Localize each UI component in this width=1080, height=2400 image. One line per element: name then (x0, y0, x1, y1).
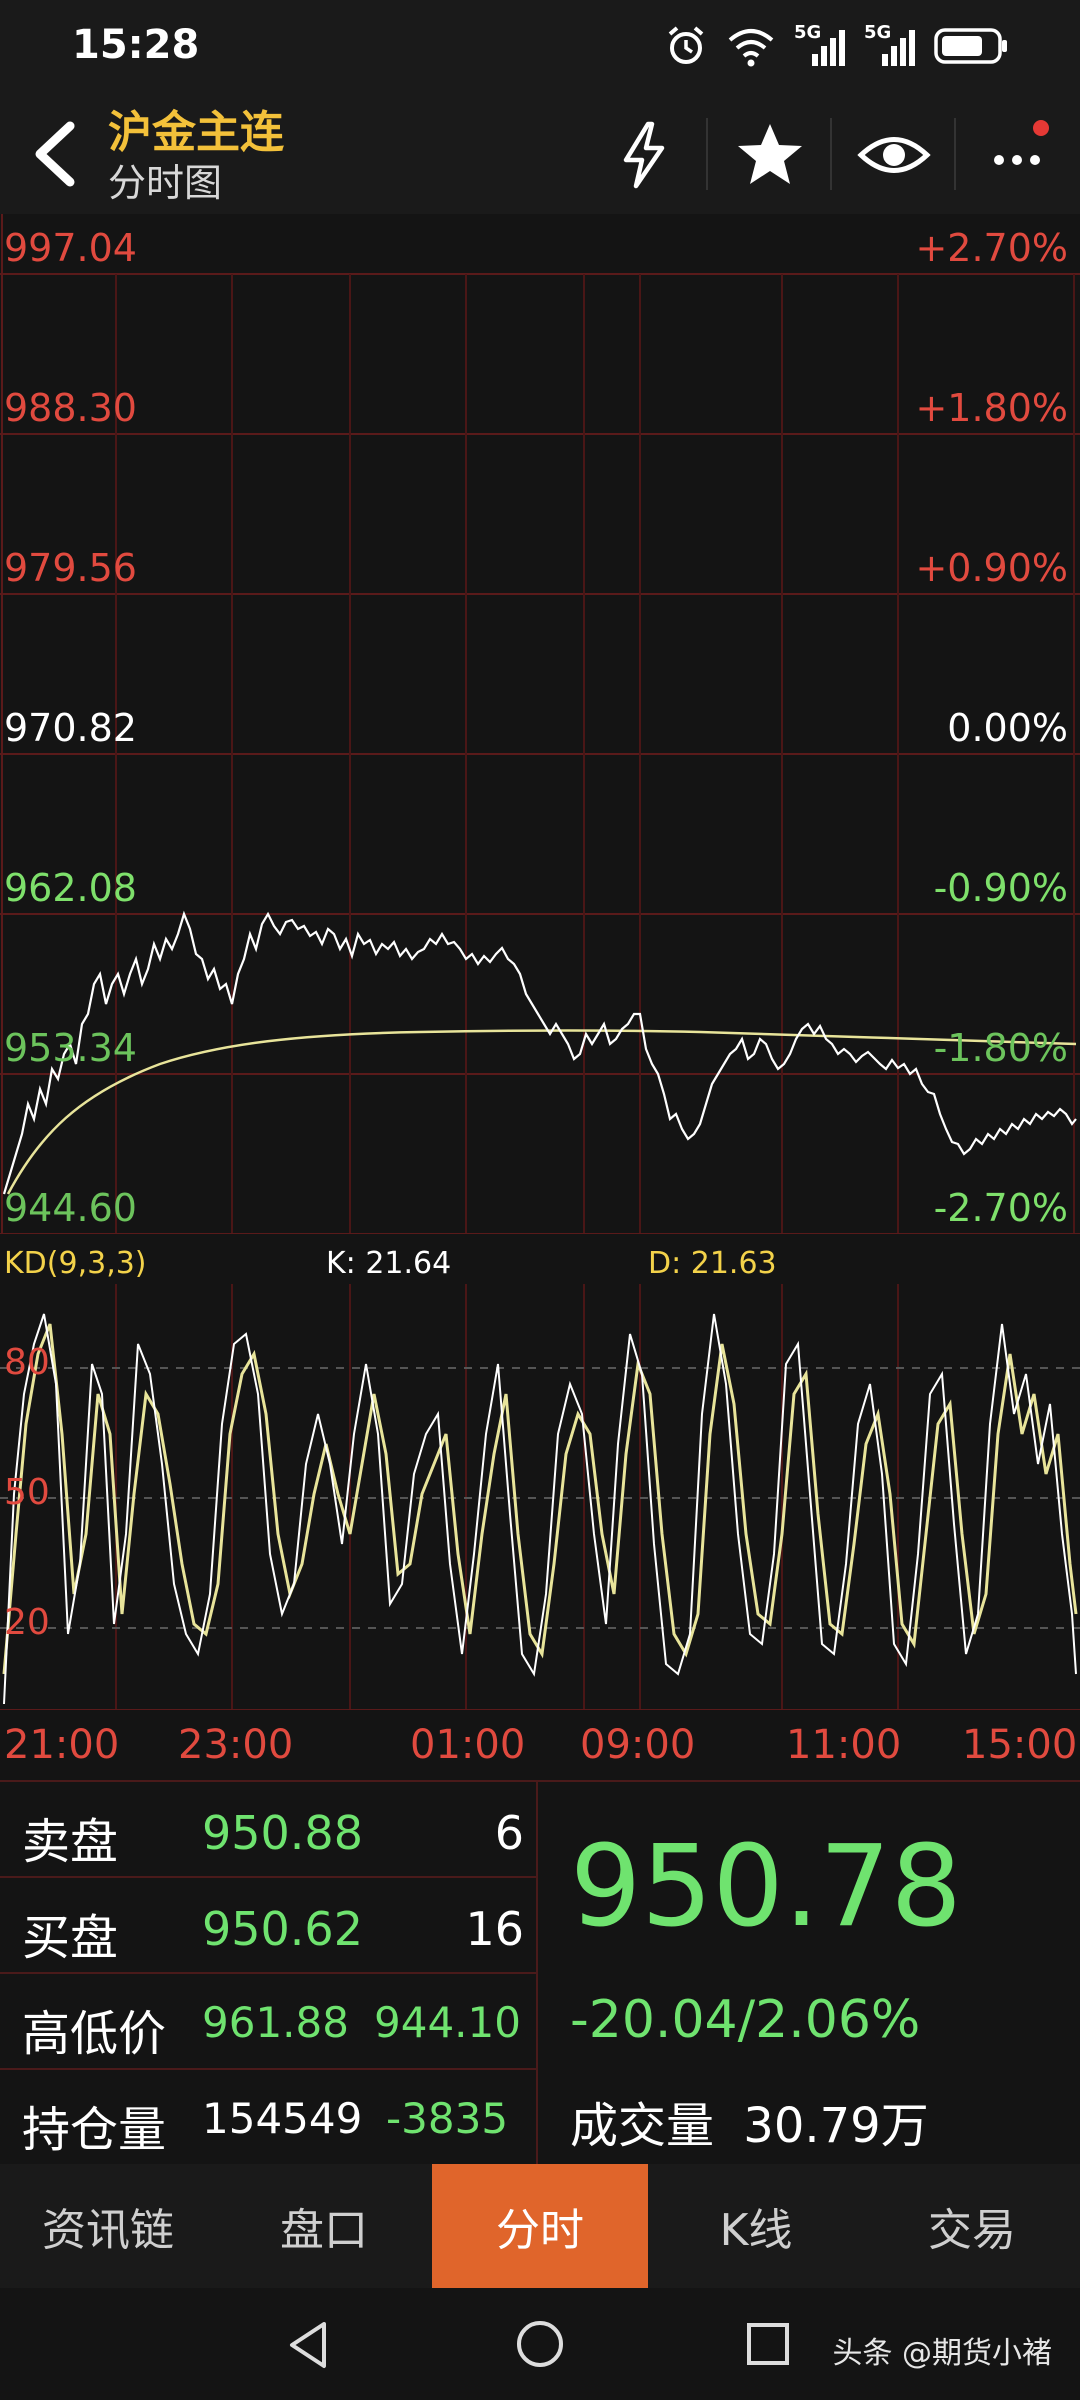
time-label: 23:00 (178, 1722, 294, 1768)
position-row: 持仓量 154549 -3835 (0, 2070, 538, 2166)
volume-value: 30.79万 (743, 2098, 929, 2154)
header-separator (706, 118, 708, 190)
nav-back-icon[interactable] (284, 2318, 334, 2372)
tab-order-book[interactable]: 盘口 (216, 2164, 432, 2288)
time-label: 01:00 (410, 1722, 526, 1768)
percent-label: -2.70% (933, 1186, 1068, 1230)
sell-price: 950.88 (202, 1806, 363, 1860)
price-label: 997.04 (4, 226, 137, 270)
star-icon[interactable] (733, 118, 807, 192)
price-line (2, 910, 1077, 1195)
position-label: 持仓量 (22, 2102, 167, 2158)
tab-trade[interactable]: 交易 (864, 2164, 1080, 2288)
buy-qty: 16 (465, 1902, 524, 1956)
percent-label: +1.80% (915, 386, 1068, 430)
nav-recents-icon[interactable] (744, 2320, 792, 2368)
system-nav-bar: 头条 @期货小褚 (0, 2288, 1080, 2400)
signal-5g-2: 5G (864, 22, 916, 68)
sell-label: 卖盘 (22, 1814, 119, 1870)
signal-bars-icon (812, 30, 845, 66)
watermark: 头条 @期货小褚 (832, 2336, 1052, 2371)
header-separator (954, 118, 956, 190)
sell-qty: 6 (494, 1806, 524, 1860)
nav-home-icon[interactable] (514, 2318, 566, 2370)
price-label: 979.56 (4, 546, 137, 590)
time-axis: 21:00 23:00 01:00 09:00 11:00 15:00 (0, 1710, 1080, 1780)
price-label: 970.82 (4, 706, 137, 750)
kd-chart-svg (0, 1284, 1080, 1710)
alarm-icon (668, 26, 704, 64)
kd-level-label: 20 (4, 1602, 50, 1643)
status-icons: 5G 5G (664, 22, 1010, 68)
kd-level-label: 50 (4, 1472, 50, 1513)
percent-label: +0.90% (915, 546, 1068, 590)
signal-5g-1: 5G (794, 22, 846, 68)
page-title: 沪金主连 (108, 107, 284, 158)
sell-row[interactable]: 卖盘 950.88 6 (0, 1782, 538, 1878)
bottom-tabs: 资讯链 盘口 分时 K线 交易 (0, 2164, 1080, 2288)
percent-label: -0.90% (933, 866, 1068, 910)
more-icon[interactable] (985, 118, 1059, 192)
average-price-line (6, 1029, 1077, 1195)
position-change: -3835 (386, 2094, 509, 2143)
quote-panel: 卖盘 950.88 6 买盘 950.62 16 高低价 961.88 944.… (0, 1780, 1080, 2166)
wifi-icon (728, 29, 774, 67)
time-label: 15:00 (962, 1722, 1078, 1768)
lightning-icon[interactable] (608, 118, 682, 192)
low-price: 944.10 (374, 1998, 521, 2047)
percent-label: -1.80% (933, 1026, 1068, 1070)
intraday-chart[interactable]: 997.04 988.30 979.56 970.82 962.08 953.3… (0, 214, 1080, 1234)
tab-kline[interactable]: K线 (648, 2164, 864, 2288)
header-separator (830, 118, 832, 190)
volume: 成交量 30.79万 (570, 2086, 929, 2156)
page-subtitle: 分时图 (108, 161, 223, 205)
signal-bars-icon (882, 30, 915, 66)
price-label: 962.08 (4, 866, 137, 910)
back-arrow-icon[interactable] (22, 114, 92, 194)
tab-intraday[interactable]: 分时 (432, 2164, 648, 2288)
time-label: 21:00 (4, 1722, 120, 1768)
eye-icon[interactable] (857, 118, 931, 192)
position-value: 154549 (202, 2094, 363, 2143)
high-low-label: 高低价 (22, 2006, 167, 2062)
app-header: 沪金主连 分时图 (0, 96, 1080, 214)
buy-price: 950.62 (202, 1902, 363, 1956)
status-time: 15:28 (72, 22, 200, 68)
volume-label: 成交量 (570, 2098, 715, 2154)
status-bar: 15:28 5G 5G (0, 0, 1080, 96)
last-price: 950.78 (570, 1822, 962, 1952)
battery-icon (934, 28, 1007, 64)
time-label: 09:00 (580, 1722, 696, 1768)
kd-indicator[interactable]: KD(9,3,3) K: 21.64 D: 21.63 80 50 20 (0, 1234, 1080, 1710)
price-label: 953.34 (4, 1026, 137, 1070)
order-book: 卖盘 950.88 6 买盘 950.62 16 高低价 961.88 944.… (0, 1782, 538, 2166)
percent-label: +2.70% (915, 226, 1068, 270)
tab-news-chain[interactable]: 资讯链 (0, 2164, 216, 2288)
time-label: 11:00 (786, 1722, 902, 1768)
buy-label: 买盘 (22, 1910, 119, 1966)
intraday-chart-svg (0, 214, 1080, 1234)
kd-level-label: 80 (4, 1342, 50, 1383)
price-label: 944.60 (4, 1186, 137, 1230)
high-price: 961.88 (202, 1998, 349, 2047)
notification-dot (1033, 120, 1049, 136)
high-low-row: 高低价 961.88 944.10 (0, 1974, 538, 2070)
percent-label: 0.00% (947, 706, 1068, 750)
price-change: -20.04/2.06% (570, 1990, 921, 2050)
price-label: 988.30 (4, 386, 137, 430)
buy-row[interactable]: 买盘 950.62 16 (0, 1878, 538, 1974)
